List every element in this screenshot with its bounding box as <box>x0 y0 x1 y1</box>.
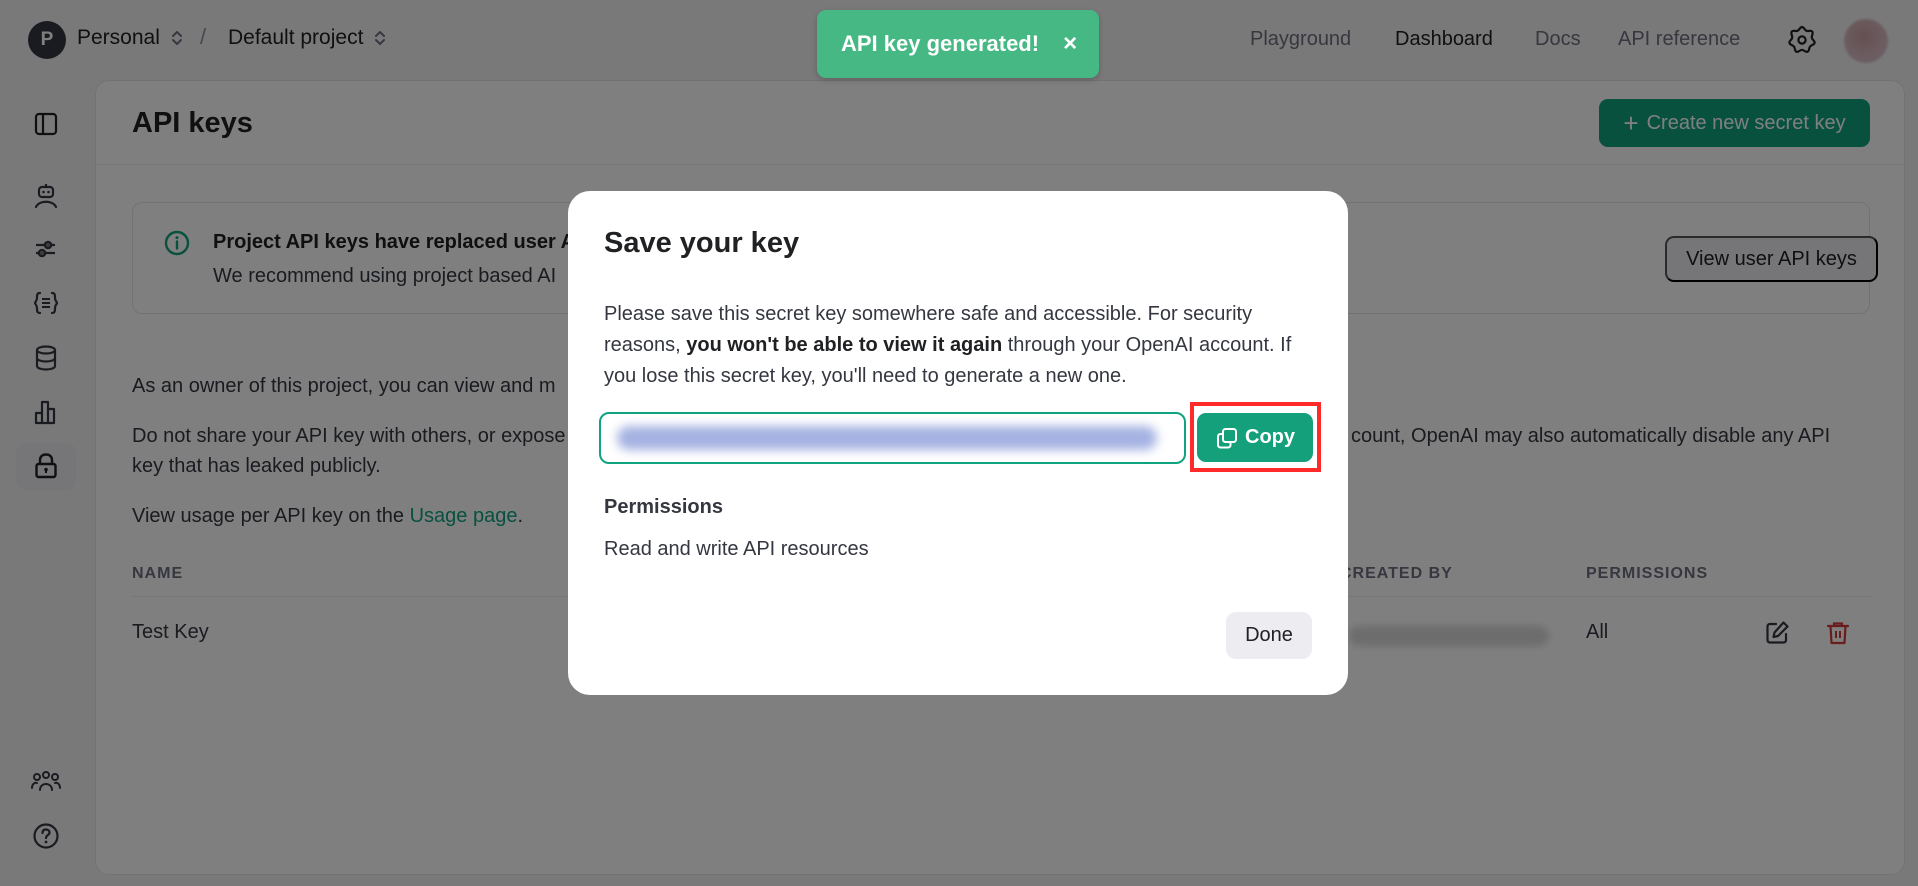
done-button[interactable]: Done <box>1226 612 1312 659</box>
secret-key-field[interactable] <box>599 412 1186 464</box>
copy-label: Copy <box>1245 426 1295 448</box>
success-toast: API key generated! × <box>817 10 1099 78</box>
secret-key-value-redacted <box>617 426 1157 450</box>
toast-message: API key generated! <box>841 31 1040 56</box>
permissions-label: Permissions <box>604 496 723 518</box>
dialog-description: Please save this secret key somewhere sa… <box>604 299 1314 392</box>
copy-button[interactable]: Copy <box>1197 413 1313 462</box>
toast-close-icon[interactable]: × <box>1063 30 1077 58</box>
save-key-dialog: Save your key Please save this secret ke… <box>568 191 1348 695</box>
dialog-title: Save your key <box>604 227 800 259</box>
description-emphasis: you won't be able to view it again <box>686 334 1003 356</box>
permissions-value: Read and write API resources <box>604 538 869 560</box>
copy-icon <box>1217 427 1237 448</box>
